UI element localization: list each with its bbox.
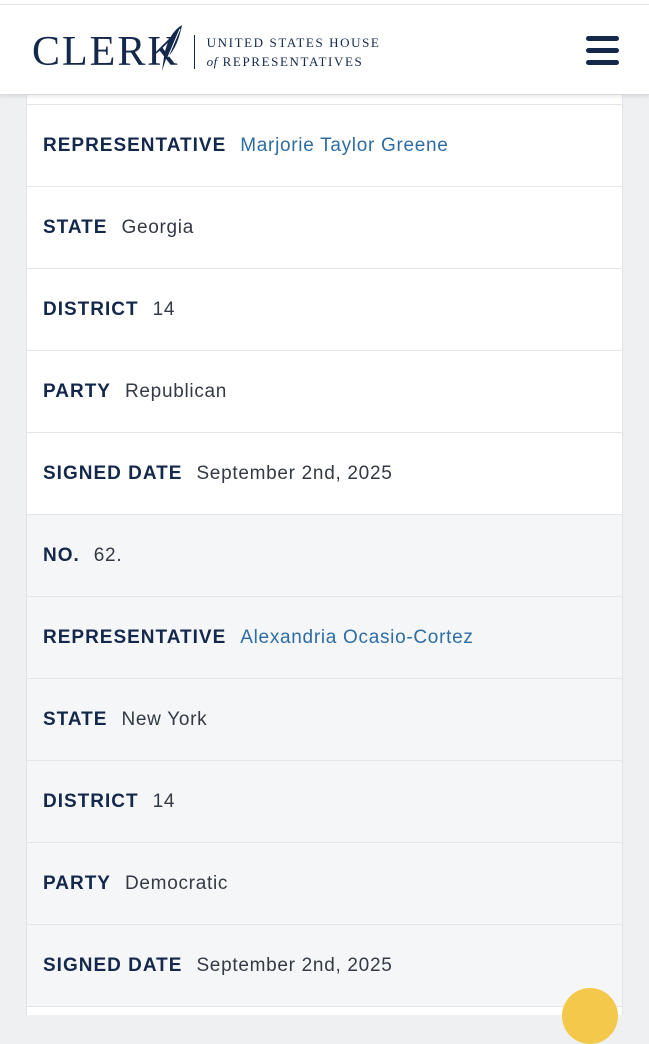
representative-row: REPRESENTATIVE Alexandria Ocasio-Cortez [27,597,622,679]
member-list-card: REPRESENTATIVE Marjorie Taylor Greene ST… [26,95,623,1015]
representative-link[interactable]: Alexandria Ocasio-Cortez [240,627,473,649]
signed-date-row: SIGNED DATE September 2nd, 2025 [27,925,622,1007]
logo-divider [193,35,195,69]
state-row: STATE New York [27,679,622,761]
state-label: STATE [43,708,108,730]
logo-line-2: of REPRESENTATIVES [207,52,381,71]
clerk-logo-link[interactable]: CLERK UNITED STATES HOUSE of REPRESENTAT… [32,25,381,77]
representative-label: REPRESENTATIVE [43,626,227,648]
quill-icon [162,25,182,71]
party-value: Democratic [124,872,229,894]
logo-of: of [206,54,218,69]
number-value: 62. [93,544,123,566]
feedback-button[interactable] [562,988,618,1044]
state-value: New York [121,708,208,730]
party-row: PARTY Republican [27,351,622,433]
signed-date-value: September 2nd, 2025 [196,954,393,976]
district-row: DISTRICT 14 [27,761,622,843]
party-row: PARTY Democratic [27,843,622,925]
district-value: 14 [152,790,176,812]
party-value: Republican [124,380,228,402]
district-label: DISTRICT [43,298,139,320]
signed-date-value: September 2nd, 2025 [196,462,393,484]
party-label: PARTY [43,872,111,894]
district-row: DISTRICT 14 [27,269,622,351]
logo-line-1: UNITED STATES HOUSE [206,35,381,50]
representative-label: REPRESENTATIVE [43,134,227,156]
party-label: PARTY [43,380,111,402]
state-row: STATE Georgia [27,187,622,269]
signed-date-row: SIGNED DATE September 2nd, 2025 [27,433,622,515]
signed-date-label: SIGNED DATE [43,462,183,484]
logo-representatives: REPRESENTATIVES [222,54,364,69]
number-row: NO. 62. [27,515,622,597]
number-label: NO. [43,544,80,566]
state-value: Georgia [121,216,194,238]
hamburger-menu-icon[interactable] [584,33,620,69]
signed-date-label: SIGNED DATE [43,954,183,976]
district-label: DISTRICT [43,790,139,812]
logo-subtitle: UNITED STATES HOUSE of REPRESENTATIVES [207,33,381,71]
site-header: CLERK UNITED STATES HOUSE of REPRESENTAT… [0,5,649,95]
state-label: STATE [43,216,108,238]
representative-link[interactable]: Marjorie Taylor Greene [240,135,448,157]
logo-wordmark: CLERK [32,25,182,75]
district-value: 14 [152,298,176,320]
logo-word: CLERK [32,29,180,75]
representative-row: REPRESENTATIVE Marjorie Taylor Greene [27,105,622,187]
